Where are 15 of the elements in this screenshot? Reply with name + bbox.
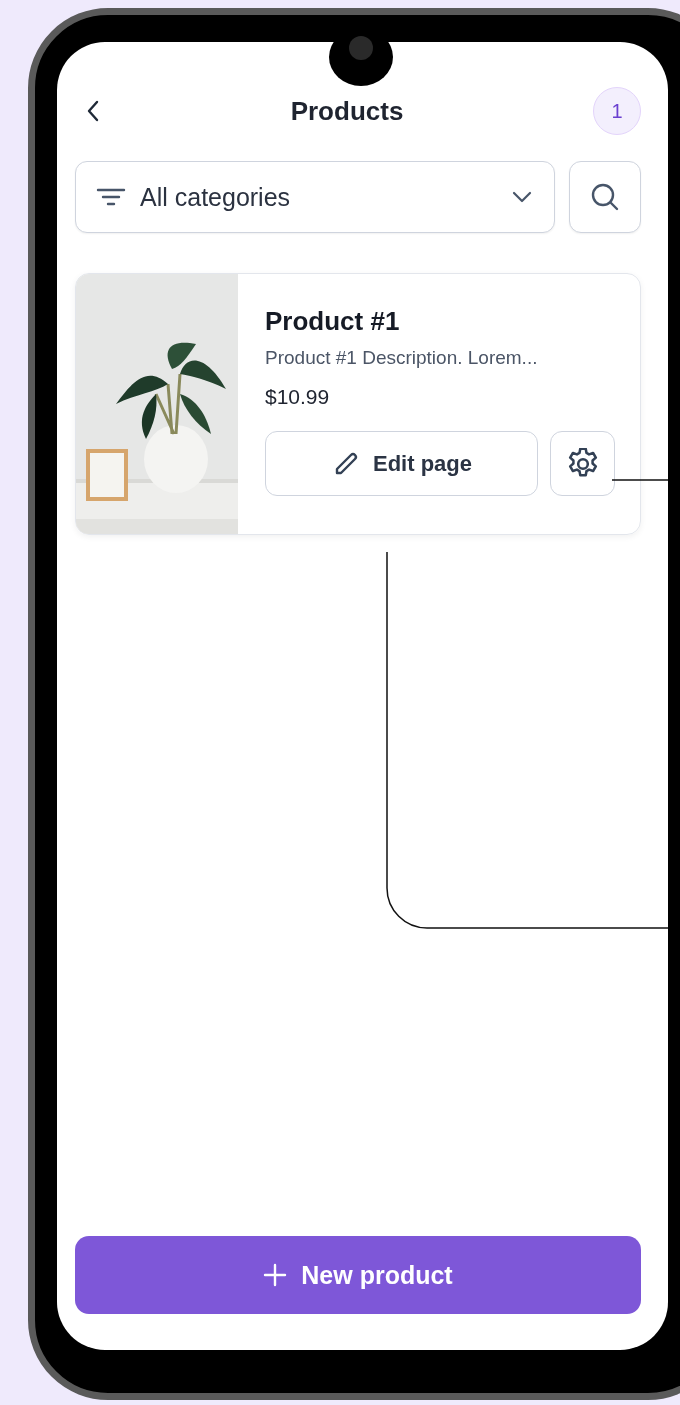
product-price: $10.99: [265, 385, 331, 409]
category-dropdown[interactable]: All categories: [75, 161, 555, 233]
search-icon: [590, 182, 620, 212]
plus-icon: [263, 1263, 288, 1287]
chevron-down-icon: [512, 191, 532, 203]
count-badge: 1: [593, 87, 641, 135]
page-title: Products: [290, 95, 404, 127]
product-description: Product #1 Description. Lorem...: [265, 347, 539, 369]
edit-page-button[interactable]: Edit page: [265, 431, 538, 496]
new-product-button[interactable]: New product: [75, 1236, 641, 1314]
filter-icon: [96, 187, 126, 207]
settings-button[interactable]: [550, 431, 615, 496]
search-button[interactable]: [569, 161, 641, 233]
product-title: Product #1: [265, 306, 401, 337]
leader-line: [611, 479, 669, 481]
